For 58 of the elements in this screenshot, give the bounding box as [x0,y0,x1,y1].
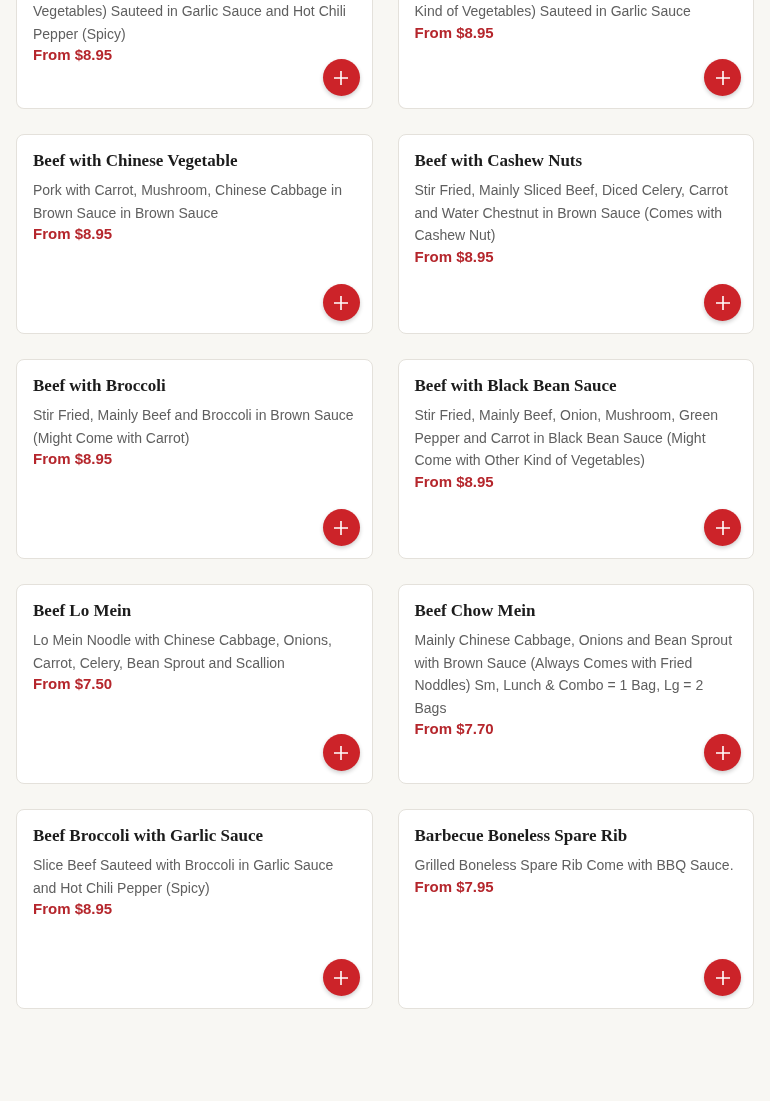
add-button[interactable] [704,59,741,96]
add-button[interactable] [322,734,360,771]
menu-item-card[interactable]: Beef Broccoli with Garlic Sauce Slice Beef Sauteed with Broccoli in Garlic Sauce and Hot Chili Pepper (Spicy) From $8.95 [16,809,373,1009]
plus-icon [714,519,731,536]
item-price: From $7.95 [414,877,495,895]
plus-icon [714,969,731,986]
add-button[interactable] [704,959,741,996]
item-name: Beef with Black Bean Sauce [414,376,618,396]
plus-icon [333,294,349,311]
plus-icon [333,969,349,986]
menu-item-card[interactable]: Beef with Cashew Nuts Stir Fried, Mainly Sliced Beef, Diced Celery, Carrot and Water Chestnut in Brown Sauce (Comes with Cashew Nut) From $8.95 [397,134,754,334]
menu-item-card[interactable]: Beef Lo Mein Lo Mein Noodle with Chinese Cabbage, Onions, Carrot, Celery, Bean Sprout and Scallion From $7.50 [16,584,373,784]
item-name: Beef with Cashew Nuts [414,151,584,171]
add-button[interactable] [322,959,360,996]
item-description: Pork with Carrot, Mushroom, Chinese Cabbage in Brown Sauce in Brown Sauce [33,181,343,223]
item-description: Lo Mein Noodle with Chinese Cabbage, Onions, Carrot, Celery, Bean Sprout and Scallion [33,631,333,673]
item-description: Vegetables) Sauteed in Garlic Sauce and Hot Chili Pepper (Spicy) [33,2,347,44]
item-description: Slice Beef Sauteed with Broccoli in Garlic Sauce and Hot Chili Pepper (Spicy) [33,856,335,898]
item-price: From $8.95 [33,225,114,242]
add-button[interactable] [322,59,360,96]
add-button[interactable] [704,284,741,321]
item-price: From $8.95 [414,472,495,490]
plus-icon [714,69,731,86]
item-description: Stir Fried, Mainly Sliced Beef, Diced Celery, Carrot and Water Chestnut in Brown Sauce (Comes with Cashew Nut) [414,181,729,245]
menu-item-card[interactable]: Beef Chow Mein Mainly Chinese Cabbage, Onions and Bean Sprout with Brown Sauce (Always Comes with Fried Noddles) Sm, Lunch & Combo = 1 Bag, Lg = 2 Bags From $7.70 [397,584,754,784]
item-price: From $8.95 [414,23,495,41]
menu-item-card[interactable]: Beef with Black Bean Sauce Stir Fried, Mainly Beef, Onion, Mushroom, Green Pepper and Carrot in Black Bean Sauce (Might Come with Other Kind of Vegetables) From $8.95 [397,359,754,559]
item-price: From $8.95 [33,900,114,917]
item-description: Stir Fried, Mainly Beef and Broccoli in Brown Sauce (Might Come with Carrot) [33,406,355,448]
menu-item-card[interactable]: Vegetables) Sauteed in Garlic Sauce and Hot Chili Pepper (Spicy) From $8.95 [16,0,373,109]
menu-item-card[interactable]: Barbecue Boneless Spare Rib Grilled Boneless Spare Rib Come with BBQ Sauce. From $7.95 [397,809,754,1009]
item-description: Stir Fried, Mainly Beef, Onion, Mushroom, Green Pepper and Carrot in Black Bean Sauce (Might Come with Other Kind of Vegetables) [414,406,719,470]
plus-icon [333,744,349,761]
plus-icon [714,294,731,311]
plus-icon [333,519,349,536]
item-description: Kind of Vegetables) Sauteed in Garlic Sauce [414,2,692,21]
plus-icon [333,69,349,86]
add-button[interactable] [322,509,360,546]
item-description: Mainly Chinese Cabbage, Onions and Bean Sprout with Brown Sauce (Always Comes with Fried Noddles) Sm, Lunch & Combo = 1 Bag, Lg = 2 Bags [414,631,734,718]
add-button[interactable] [704,734,741,771]
item-name: Beef with Broccoli [33,376,167,396]
item-name: Beef with Chinese Vegetable [33,151,239,171]
menu-item-card[interactable]: Kind of Vegetables) Sauteed in Garlic Sauce From $8.95 [397,0,754,109]
add-button[interactable] [704,509,741,546]
item-name: Beef Chow Mein [414,601,537,621]
item-name: Beef Broccoli with Garlic Sauce [33,826,265,846]
item-name: Beef Lo Mein [33,601,133,621]
item-price: From $7.50 [33,675,114,692]
plus-icon [714,744,731,761]
item-name: Barbecue Boneless Spare Rib [414,826,629,846]
item-price: From $8.95 [33,46,114,63]
item-price: From $8.95 [33,450,114,467]
menu-item-card[interactable]: Beef with Broccoli Stir Fried, Mainly Beef and Broccoli in Brown Sauce (Might Come with Carrot) From $8.95 [16,359,373,559]
item-description: Grilled Boneless Spare Rib Come with BBQ Sauce. [414,856,735,875]
add-button[interactable] [322,284,360,321]
item-price: From $8.95 [414,247,495,265]
item-price: From $7.70 [414,720,495,737]
menu-item-card[interactable]: Beef with Chinese Vegetable Pork with Carrot, Mushroom, Chinese Cabbage in Brown Sauce in Brown Sauce From $8.95 [16,134,373,334]
